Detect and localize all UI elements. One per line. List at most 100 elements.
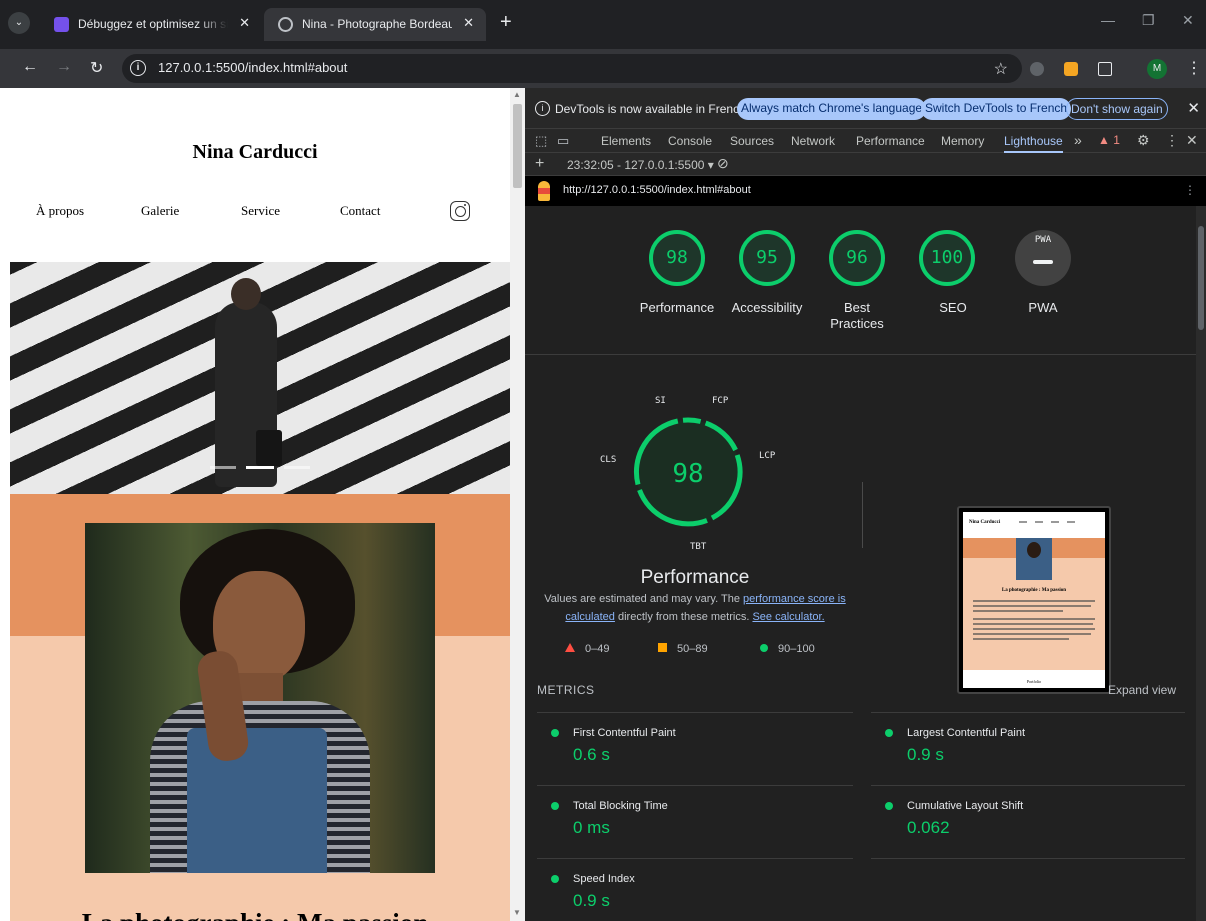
performance-big-gauge: 98 — [633, 417, 743, 527]
warnings-badge[interactable]: ▲ 1 — [1098, 133, 1120, 147]
nav-link-contact[interactable]: Contact — [340, 203, 380, 219]
wappalyzer-icon[interactable] — [1030, 62, 1044, 76]
pass-circle-icon — [551, 802, 559, 810]
note-text: Values are estimated and may vary. The — [544, 593, 743, 605]
metric-si-value: 0.9 s — [573, 891, 610, 910]
tab-network[interactable]: Network — [791, 134, 835, 148]
thumb-nav-item — [1019, 521, 1027, 523]
carousel-indicator[interactable] — [284, 466, 310, 469]
expand-view-toggle[interactable]: Expand view — [1108, 683, 1176, 697]
nav-link-service[interactable]: Service — [241, 203, 280, 219]
metric-divider — [537, 712, 853, 713]
site-title: Nina Carducci — [192, 141, 318, 163]
performance-section-title: Performance — [640, 567, 750, 588]
lighthouse-extension-icon[interactable] — [1064, 62, 1078, 76]
openclassrooms-favicon-icon — [54, 17, 69, 32]
nav-link-galerie[interactable]: Galerie — [141, 203, 179, 219]
devtools-menu-icon[interactable]: ⋮ — [1165, 132, 1179, 149]
tab-title: Débuggez et optimisez un site de — [78, 17, 228, 31]
close-icon[interactable]: ✕ — [239, 15, 250, 31]
thumb-text-line — [973, 623, 1093, 625]
seo-score-gauge[interactable]: 100 — [919, 230, 975, 286]
site-scroll-thumb[interactable] — [513, 104, 522, 188]
clear-reports-icon[interactable]: ⊘ — [717, 155, 729, 172]
chrome-menu-icon[interactable]: ⋮ — [1186, 58, 1202, 78]
settings-gear-icon[interactable]: ⚙ — [1137, 132, 1150, 149]
url-text[interactable]: 127.0.0.1:5500/index.html#about — [158, 60, 347, 75]
extensions-icon[interactable] — [1098, 62, 1112, 76]
switch-to-french-button[interactable]: Switch DevTools to French — [921, 98, 1072, 120]
device-toolbar-icon[interactable]: ▭ — [557, 133, 569, 149]
best-practices-score-gauge[interactable]: 96 — [829, 230, 885, 286]
pwa-label: PWA — [1028, 300, 1058, 315]
tab-elements[interactable]: Elements — [601, 134, 651, 148]
pwa-badge-icon[interactable]: PWA — [1015, 230, 1071, 286]
infobar-message: DevTools is now available in French! — [555, 102, 750, 116]
minimize-icon[interactable]: — — [1101, 12, 1115, 28]
tab-sources[interactable]: Sources — [730, 134, 774, 148]
see-calculator-link[interactable]: See calculator. — [752, 611, 824, 623]
report-selector[interactable]: 23:32:05 - 127.0.0.1:5500 ▾ — [567, 158, 714, 172]
language-infobar: i DevTools is now available in French! A… — [525, 88, 1206, 129]
address-bar[interactable]: i 127.0.0.1:5500/index.html#about ☆ — [122, 54, 1022, 83]
metric-lcp-value: 0.9 s — [907, 745, 944, 764]
pass-circle-icon — [551, 729, 559, 737]
carousel-indicator-active[interactable] — [246, 466, 274, 469]
thumb-text-line — [973, 633, 1091, 635]
report-menu-icon[interactable]: ⋮ — [1184, 183, 1196, 197]
more-tabs-chevron-icon[interactable]: » — [1074, 132, 1082, 148]
carousel-indicator[interactable] — [210, 466, 236, 469]
inspect-element-icon[interactable]: ⬚ — [535, 133, 547, 149]
devtools-close-icon[interactable]: ✕ — [1186, 132, 1198, 149]
legend-pass: 90–100 — [760, 643, 815, 655]
window-close-icon[interactable]: ✕ — [1182, 12, 1194, 29]
metric-divider — [537, 858, 853, 859]
metric-tbt-value: 0 ms — [573, 818, 610, 837]
scroll-down-arrow-icon[interactable]: ▼ — [513, 908, 521, 917]
nav-link-a-propos[interactable]: À propos — [36, 203, 84, 219]
vertical-separator — [862, 482, 863, 548]
thumbnail-site-title: Nina Carducci — [969, 520, 1001, 525]
report-url: http://127.0.0.1:5500/index.html#about — [563, 184, 751, 196]
always-match-language-button[interactable]: Always match Chrome's language — [737, 98, 927, 120]
final-screenshot-thumbnail[interactable]: Nina Carducci La photographie : Ma passi… — [957, 506, 1111, 694]
tab-lighthouse[interactable]: Lighthouse — [1004, 134, 1063, 153]
restore-icon[interactable]: ❐ — [1142, 12, 1155, 29]
metric-lcp-name: Largest Contentful Paint — [907, 727, 1026, 739]
lcp-tag: LCP — [759, 451, 776, 461]
tab-performance[interactable]: Performance — [856, 134, 925, 148]
lighthouse-toolbar: + 23:32:05 - 127.0.0.1:5500 ▾ ⊘ — [525, 154, 1206, 176]
report-scrollbar[interactable] — [1196, 206, 1206, 921]
tab-search-button[interactable]: ⌄ — [8, 12, 30, 34]
new-report-plus-icon[interactable]: + — [535, 155, 544, 173]
profile-avatar[interactable]: M — [1147, 59, 1167, 79]
back-arrow-icon[interactable]: ← — [22, 58, 38, 76]
close-icon[interactable]: ✕ — [463, 15, 474, 31]
tab-debuggez[interactable]: Débuggez et optimisez un site de ✕ — [40, 8, 262, 41]
forward-arrow-icon[interactable]: → — [56, 58, 72, 76]
new-tab-plus-icon[interactable]: + — [500, 12, 512, 32]
pass-circle-icon — [885, 802, 893, 810]
site-info-icon[interactable]: i — [130, 60, 146, 76]
best-practices-label: Best Practices — [830, 300, 884, 331]
dont-show-again-button[interactable]: Don't show again — [1066, 98, 1168, 120]
site-scrollbar[interactable]: ▲ ▼ — [510, 88, 525, 921]
report-scroll-thumb[interactable] — [1198, 226, 1204, 330]
tab-memory[interactable]: Memory — [941, 134, 984, 148]
tab-nina-photographe[interactable]: Nina - Photographe Bordeaux ✕ — [264, 8, 486, 41]
bookmark-star-icon[interactable]: ☆ — [994, 59, 1008, 79]
pwa-dash — [1033, 260, 1053, 264]
note-text: directly from these metrics. — [614, 611, 753, 623]
devtools-tab-bar: ⬚ ▭ Elements Console Sources Network Per… — [525, 129, 1206, 153]
metric-cls-name: Cumulative Layout Shift — [907, 800, 1024, 812]
performance-score-gauge[interactable]: 98 — [649, 230, 705, 286]
scroll-up-arrow-icon[interactable]: ▲ — [513, 90, 521, 99]
accessibility-score-gauge[interactable]: 95 — [739, 230, 795, 286]
tab-console[interactable]: Console — [668, 134, 712, 148]
reload-icon[interactable]: ↻ — [90, 58, 103, 78]
metric-divider — [537, 785, 853, 786]
tab-strip: ⌄ Débuggez et optimisez un site de ✕ Nin… — [0, 0, 1206, 49]
instagram-icon[interactable] — [450, 201, 470, 221]
infobar-close-icon[interactable]: ✕ — [1187, 99, 1200, 117]
metric-fcp-value: 0.6 s — [573, 745, 610, 764]
